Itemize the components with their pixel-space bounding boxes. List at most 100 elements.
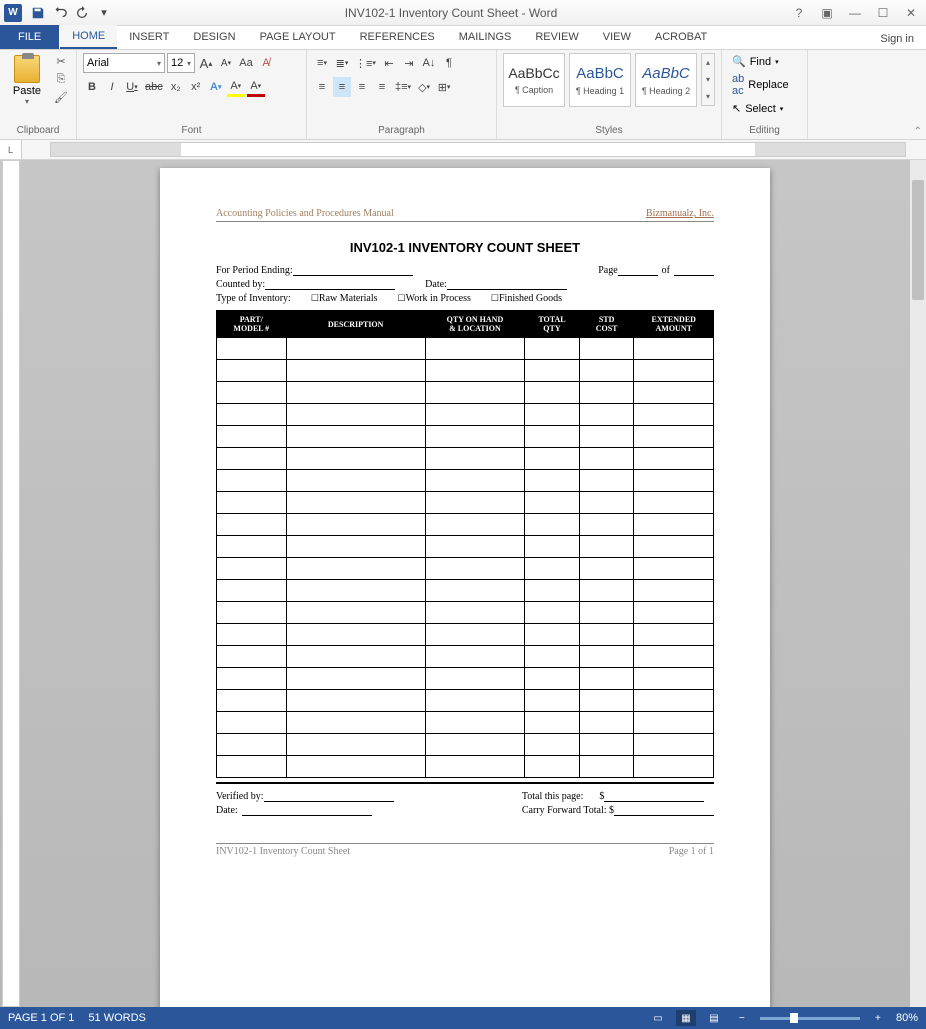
text-effects-button[interactable]: A▾ xyxy=(207,77,225,97)
table-cell[interactable] xyxy=(634,536,714,558)
scrollbar-thumb[interactable] xyxy=(912,180,924,300)
sign-in-link[interactable]: Sign in xyxy=(868,29,926,49)
tab-mailings[interactable]: MAILINGS xyxy=(447,25,524,49)
table-cell[interactable] xyxy=(525,602,580,624)
table-cell[interactable] xyxy=(525,668,580,690)
table-cell[interactable] xyxy=(217,756,287,778)
table-cell[interactable] xyxy=(634,426,714,448)
undo-button[interactable] xyxy=(50,3,70,23)
table-cell[interactable] xyxy=(579,470,634,492)
table-cell[interactable] xyxy=(217,448,287,470)
table-cell[interactable] xyxy=(634,712,714,734)
table-cell[interactable] xyxy=(525,690,580,712)
table-cell[interactable] xyxy=(579,712,634,734)
table-cell[interactable] xyxy=(579,690,634,712)
align-center-button[interactable]: ≡ xyxy=(333,77,351,97)
table-cell[interactable] xyxy=(217,690,287,712)
table-cell[interactable] xyxy=(217,580,287,602)
table-cell[interactable] xyxy=(425,602,524,624)
table-cell[interactable] xyxy=(634,338,714,360)
zoom-level[interactable]: 80% xyxy=(896,1012,918,1024)
sort-button[interactable]: A↓ xyxy=(420,53,438,73)
table-cell[interactable] xyxy=(425,536,524,558)
table-cell[interactable] xyxy=(634,580,714,602)
collapse-ribbon-button[interactable]: ⌃ xyxy=(914,126,922,137)
font-name-combo[interactable]: Arial▾ xyxy=(83,53,165,73)
horizontal-ruler[interactable] xyxy=(50,142,906,157)
table-cell[interactable] xyxy=(579,382,634,404)
style-heading-1[interactable]: AaBbC¶ Heading 1 xyxy=(569,53,631,107)
vertical-ruler[interactable] xyxy=(2,160,20,1007)
table-cell[interactable] xyxy=(425,580,524,602)
table-cell[interactable] xyxy=(579,448,634,470)
tab-insert[interactable]: INSERT xyxy=(117,25,181,49)
print-layout-button[interactable]: ▦ xyxy=(676,1010,696,1026)
table-cell[interactable] xyxy=(217,712,287,734)
table-cell[interactable] xyxy=(579,646,634,668)
tab-review[interactable]: REVIEW xyxy=(523,25,590,49)
table-cell[interactable] xyxy=(286,360,425,382)
select-button[interactable]: ↖Select▾ xyxy=(728,100,793,117)
table-cell[interactable] xyxy=(525,382,580,404)
table-cell[interactable] xyxy=(525,734,580,756)
decrease-indent-button[interactable]: ⇤ xyxy=(380,53,398,73)
table-cell[interactable] xyxy=(217,668,287,690)
table-cell[interactable] xyxy=(286,536,425,558)
table-cell[interactable] xyxy=(579,536,634,558)
show-marks-button[interactable]: ¶ xyxy=(440,53,458,73)
table-cell[interactable] xyxy=(286,646,425,668)
table-cell[interactable] xyxy=(286,404,425,426)
tab-design[interactable]: DESIGN xyxy=(181,25,247,49)
shading-button[interactable]: ◇▾ xyxy=(415,77,433,97)
table-cell[interactable] xyxy=(579,426,634,448)
vertical-scrollbar[interactable] xyxy=(910,160,926,1007)
numbering-button[interactable]: ≣▾ xyxy=(333,53,351,73)
table-cell[interactable] xyxy=(217,382,287,404)
table-cell[interactable] xyxy=(217,470,287,492)
table-cell[interactable] xyxy=(525,470,580,492)
table-cell[interactable] xyxy=(579,404,634,426)
table-cell[interactable] xyxy=(525,514,580,536)
table-cell[interactable] xyxy=(425,558,524,580)
highlight-color-button[interactable]: A▾ xyxy=(227,77,245,97)
save-button[interactable] xyxy=(28,3,48,23)
table-cell[interactable] xyxy=(525,536,580,558)
table-cell[interactable] xyxy=(579,602,634,624)
read-mode-button[interactable]: ▭ xyxy=(648,1010,668,1026)
table-cell[interactable] xyxy=(217,514,287,536)
table-cell[interactable] xyxy=(525,404,580,426)
table-cell[interactable] xyxy=(634,690,714,712)
table-cell[interactable] xyxy=(634,734,714,756)
table-cell[interactable] xyxy=(525,558,580,580)
table-cell[interactable] xyxy=(525,712,580,734)
table-cell[interactable] xyxy=(217,360,287,382)
tab-selector[interactable]: L xyxy=(0,140,22,159)
tab-references[interactable]: REFERENCES xyxy=(348,25,447,49)
strikethrough-button[interactable]: abc xyxy=(143,77,165,97)
table-cell[interactable] xyxy=(286,448,425,470)
redo-button[interactable] xyxy=(72,3,92,23)
table-cell[interactable] xyxy=(425,668,524,690)
table-cell[interactable] xyxy=(525,624,580,646)
table-cell[interactable] xyxy=(425,426,524,448)
table-cell[interactable] xyxy=(286,712,425,734)
table-cell[interactable] xyxy=(579,734,634,756)
table-cell[interactable] xyxy=(425,338,524,360)
table-cell[interactable] xyxy=(579,492,634,514)
increase-indent-button[interactable]: ⇥ xyxy=(400,53,418,73)
table-cell[interactable] xyxy=(217,536,287,558)
table-cell[interactable] xyxy=(525,646,580,668)
table-cell[interactable] xyxy=(425,360,524,382)
zoom-in-button[interactable]: + xyxy=(868,1010,888,1026)
table-cell[interactable] xyxy=(217,338,287,360)
superscript-button[interactable]: x² xyxy=(187,77,205,97)
justify-button[interactable]: ≡ xyxy=(373,77,391,97)
grow-font-button[interactable]: A▴ xyxy=(197,53,215,73)
table-cell[interactable] xyxy=(286,602,425,624)
bullets-button[interactable]: ≡▾ xyxy=(313,53,331,73)
table-cell[interactable] xyxy=(286,668,425,690)
table-cell[interactable] xyxy=(217,492,287,514)
table-cell[interactable] xyxy=(286,338,425,360)
table-cell[interactable] xyxy=(579,756,634,778)
table-cell[interactable] xyxy=(217,734,287,756)
